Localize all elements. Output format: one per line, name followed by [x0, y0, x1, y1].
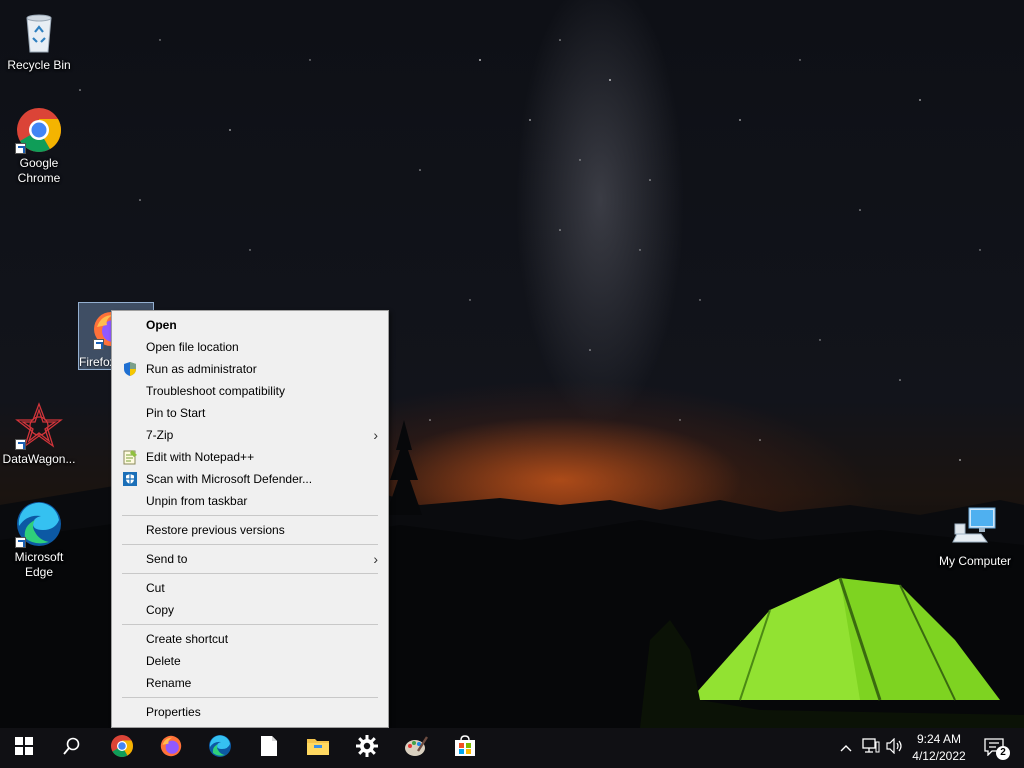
- chevron-up-icon: [840, 739, 852, 757]
- menu-separator: [122, 624, 378, 625]
- menu-item-label: Restore previous versions: [146, 523, 285, 537]
- desktop-icon-label: Firefox: [79, 355, 112, 369]
- menu-item-label: Run as administrator: [146, 362, 257, 376]
- menu-item-properties[interactable]: Properties: [112, 701, 388, 723]
- file-icon: [260, 735, 278, 762]
- menu-item-label: Cut: [146, 581, 165, 595]
- desktop-icon-label: DataWagon...: [2, 452, 76, 466]
- shortcut-arrow-icon: [93, 339, 104, 350]
- notification-icon: 2: [984, 738, 1010, 760]
- desktop-icon-label: Microsoft Edge: [14, 550, 64, 579]
- menu-item-7zip[interactable]: 7-Zip ›: [112, 424, 388, 446]
- taskbar-edge[interactable]: [196, 728, 244, 768]
- desktop-icon-recycle-bin[interactable]: Recycle Bin: [0, 8, 78, 73]
- menu-item-edit-with-notepadpp[interactable]: Edit with Notepad++: [112, 446, 388, 468]
- menu-item-run-as-administrator[interactable]: Run as administrator: [112, 358, 388, 380]
- recycle-bin-icon: [15, 8, 63, 56]
- paint-icon: [404, 735, 429, 762]
- shortcut-arrow-icon: [15, 537, 26, 548]
- desktop-icon-label: My Computer: [938, 554, 1012, 568]
- shield-icon: [122, 361, 138, 377]
- taskbar-paint[interactable]: [392, 728, 440, 768]
- menu-item-label: Scan with Microsoft Defender...: [146, 472, 313, 486]
- shortcut-arrow-icon: [15, 439, 26, 450]
- taskbar-firefox[interactable]: [147, 728, 195, 768]
- menu-item-label: Properties: [146, 705, 201, 719]
- taskbar-file-explorer[interactable]: [294, 728, 342, 768]
- notifications-button[interactable]: 2: [980, 728, 1010, 768]
- menu-item-open[interactable]: Open: [112, 314, 388, 336]
- desktop-icon-google-chrome[interactable]: Google Chrome: [0, 106, 78, 186]
- search-button[interactable]: [48, 728, 96, 768]
- shortcut-arrow-icon: [15, 143, 26, 154]
- desktop-icon-my-computer[interactable]: My Computer: [934, 504, 1016, 569]
- menu-item-label: Open: [146, 318, 177, 332]
- desktop-icon-label: Google Chrome: [17, 156, 61, 185]
- menu-separator: [122, 573, 378, 574]
- menu-item-scan-with-defender[interactable]: Scan with Microsoft Defender...: [112, 468, 388, 490]
- firefox-icon: [159, 734, 183, 763]
- clock-time: 9:24 AM: [916, 732, 962, 746]
- menu-item-send-to[interactable]: Send to ›: [112, 548, 388, 570]
- menu-item-label: 7-Zip: [146, 428, 174, 442]
- menu-item-open-file-location[interactable]: Open file location: [112, 336, 388, 358]
- edge-icon: [208, 734, 232, 763]
- desktop-icon-label: Recycle Bin: [7, 58, 71, 72]
- network-button[interactable]: [860, 728, 882, 768]
- search-icon: [63, 737, 81, 760]
- menu-item-label: Unpin from taskbar: [146, 494, 248, 508]
- settings-icon: [356, 734, 378, 762]
- datawagon-icon: [15, 402, 63, 450]
- menu-item-label: Send to: [146, 552, 188, 566]
- edge-icon: [15, 500, 63, 548]
- menu-item-copy[interactable]: Copy: [112, 599, 388, 621]
- menu-item-delete[interactable]: Delete: [112, 650, 388, 672]
- notification-count-badge: 2: [996, 746, 1010, 760]
- menu-item-label: Open file location: [146, 340, 239, 354]
- menu-item-label: Delete: [146, 654, 181, 668]
- taskbar-settings[interactable]: [343, 728, 391, 768]
- menu-item-create-shortcut[interactable]: Create shortcut: [112, 628, 388, 650]
- notepadpp-icon: [122, 449, 138, 465]
- menu-item-label: Rename: [146, 676, 192, 690]
- taskbar-chrome[interactable]: [98, 728, 146, 768]
- chrome-icon: [15, 106, 63, 154]
- menu-item-label: Create shortcut: [146, 632, 229, 646]
- file-explorer-icon: [306, 736, 330, 761]
- menu-item-troubleshoot-compatibility[interactable]: Troubleshoot compatibility: [112, 380, 388, 402]
- menu-item-rename[interactable]: Rename: [112, 672, 388, 694]
- taskbar-store[interactable]: [441, 728, 489, 768]
- menu-separator: [122, 697, 378, 698]
- defender-icon: [122, 471, 138, 487]
- menu-item-label: Copy: [146, 603, 175, 617]
- menu-item-cut[interactable]: Cut: [112, 577, 388, 599]
- taskbar-file[interactable]: [245, 728, 293, 768]
- taskbar: 9:24 AM 4/12/2022 2: [0, 728, 1024, 768]
- menu-separator: [122, 544, 378, 545]
- chevron-right-icon: ›: [373, 551, 378, 567]
- context-menu: Open Open file location Run as administr…: [111, 310, 389, 728]
- taskbar-clock[interactable]: 9:24 AM 4/12/2022: [900, 731, 978, 765]
- start-icon: [15, 736, 33, 760]
- clock-date: 4/12/2022: [912, 749, 966, 763]
- desktop-icon-datawagon[interactable]: DataWagon...: [0, 402, 78, 467]
- menu-item-unpin-from-taskbar[interactable]: Unpin from taskbar: [112, 490, 388, 512]
- start-button[interactable]: [0, 728, 48, 768]
- desktop-icon-microsoft-edge[interactable]: Microsoft Edge: [0, 500, 78, 580]
- menu-separator: [122, 515, 378, 516]
- menu-item-restore-previous-versions[interactable]: Restore previous versions: [112, 519, 388, 541]
- menu-item-label: Pin to Start: [146, 406, 206, 420]
- store-icon: [454, 734, 476, 762]
- chevron-right-icon: ›: [373, 427, 378, 443]
- menu-item-label: Troubleshoot compatibility: [146, 384, 285, 398]
- chrome-icon: [110, 734, 134, 763]
- network-icon: [862, 737, 880, 759]
- menu-item-label: Edit with Notepad++: [146, 450, 255, 464]
- menu-item-pin-to-start[interactable]: Pin to Start: [112, 402, 388, 424]
- show-hidden-icons-button[interactable]: [836, 728, 856, 768]
- computer-icon: [951, 504, 999, 552]
